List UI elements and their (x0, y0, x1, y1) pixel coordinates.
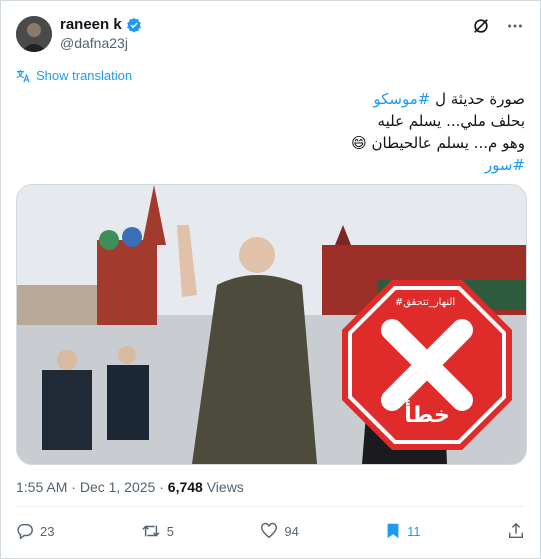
hashtag-moscow[interactable]: #موسكو (373, 90, 430, 108)
stamp-brand: #النهار_تتحقق (394, 297, 456, 308)
more-icon[interactable] (505, 16, 525, 36)
tweet-line-3: وهو م... يسلم عالحيطان 😄 (351, 134, 525, 152)
show-translation-link[interactable]: Show translation (16, 68, 132, 83)
tweet-date[interactable]: Dec 1, 2025 (80, 479, 156, 495)
bookmark-icon (387, 523, 399, 539)
tweet-time[interactable]: 1:55 AM (16, 479, 67, 495)
grok-icon[interactable] (471, 16, 491, 36)
repost-button[interactable]: 5 (141, 522, 174, 540)
reply-icon (17, 523, 33, 540)
bookmark-count: 11 (407, 523, 421, 539)
action-bar: 23 5 94 11 (16, 518, 525, 544)
repost-count: 5 (166, 523, 175, 539)
hashtag-syria[interactable]: #سور (20, 154, 525, 176)
reply-count: 23 (40, 523, 55, 539)
share-button[interactable] (507, 522, 525, 540)
bookmark-button[interactable]: 11 (385, 522, 421, 540)
author-handle[interactable]: @dafna23j (60, 35, 128, 51)
tweet-text: صورة حديثة ل #موسكو بحلف ملي... يسلم علي… (20, 88, 525, 176)
avatar[interactable] (16, 16, 52, 52)
reply-button[interactable]: 23 (16, 522, 54, 540)
verified-badge-icon (126, 17, 141, 33)
author-name[interactable]: raneen k (60, 16, 122, 33)
translate-icon (16, 69, 30, 82)
stamp-label: خطأ (404, 403, 450, 428)
like-icon (261, 522, 278, 539)
like-button[interactable]: 94 (260, 522, 299, 540)
tweet-line-1: صورة حديثة ل #موسكو (373, 90, 525, 108)
divider (16, 506, 525, 507)
repost-icon (142, 525, 160, 537)
views-label: Views (206, 479, 244, 495)
share-icon (508, 522, 524, 539)
like-count: 94 (284, 523, 299, 539)
tweet-meta: 1:55 AM · Dec 1, 2025 · 6,748 Views (16, 479, 244, 495)
tweet-image[interactable]: #النهار_تتحقق خطأ (16, 184, 527, 465)
views-count: 6,748 (167, 479, 203, 495)
show-translation-label: Show translation (36, 68, 133, 83)
tweet-line-2: بحلف ملي... يسلم عليه (377, 112, 525, 130)
